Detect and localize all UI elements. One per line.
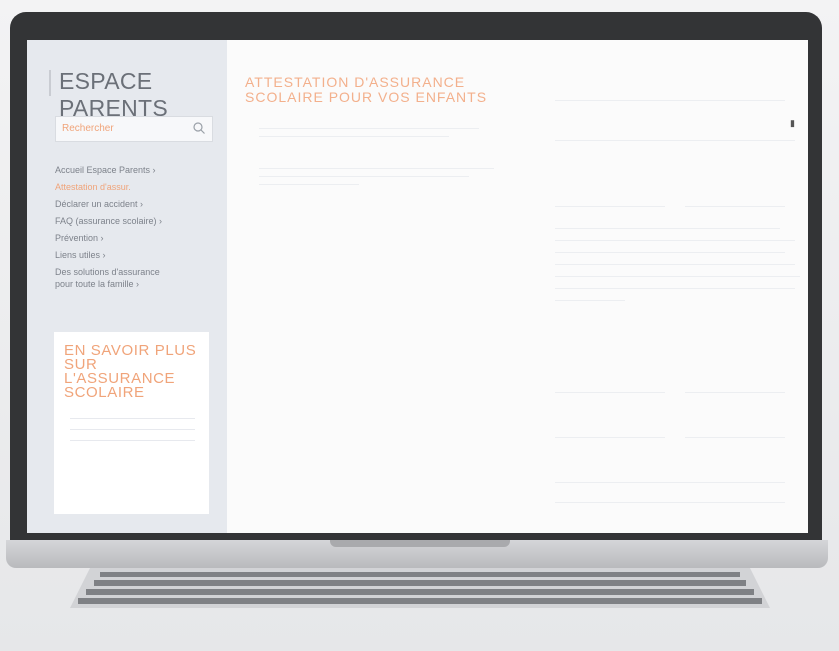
sidebar-nav: Accueil Espace Parents › Attestation d'a…	[55, 164, 215, 295]
notice-text-line	[555, 252, 785, 253]
rep-field-b[interactable]	[685, 370, 785, 393]
promo-text	[70, 418, 195, 451]
laptop-hinge	[330, 540, 510, 547]
assurance-select[interactable]: ▮	[555, 118, 795, 141]
search-icon[interactable]	[192, 121, 206, 135]
select-marker-icon: ▮	[790, 118, 795, 128]
nav-item-liens-utiles[interactable]: Liens utiles ›	[55, 249, 215, 261]
intro-text-2	[259, 168, 499, 192]
nav-item-prevention[interactable]: Prévention ›	[55, 232, 215, 244]
rep-field-f[interactable]	[555, 518, 785, 532]
form-field-1[interactable]	[555, 78, 785, 101]
nav-item-faq[interactable]: FAQ (assurance scolaire) ›	[55, 215, 215, 227]
nav-item-attestation[interactable]: Attestation d'assur.	[55, 181, 215, 193]
notice-text-line	[555, 264, 795, 265]
search-placeholder: Rechercher	[62, 123, 114, 134]
eleve-field-left[interactable]	[555, 184, 665, 207]
notice-text-line	[555, 228, 780, 229]
intro-text	[259, 128, 499, 144]
rep-field-d[interactable]	[685, 415, 785, 438]
notice-text-line	[555, 300, 625, 301]
rep-field-c[interactable]	[555, 415, 665, 438]
search-input[interactable]: Rechercher	[55, 116, 213, 142]
notice-text-line	[555, 288, 795, 289]
eleve-field-right[interactable]	[685, 184, 785, 207]
laptop-screen: ESPACE PARENTS Rechercher Accueil Espace…	[27, 40, 808, 533]
promo-card: EN SAVOIR PLUS SUR L'ASSURANCE SCOLAIRE	[54, 332, 209, 514]
attestation-form: ▮	[545, 40, 800, 533]
rep-field-e[interactable]	[555, 460, 785, 483]
nav-item-solutions-famille[interactable]: Des solutions d'assurance pour toute la …	[55, 266, 215, 290]
sidebar: ESPACE PARENTS Rechercher Accueil Espace…	[27, 40, 227, 533]
rep-field-a[interactable]	[555, 370, 665, 393]
notice-text-line	[555, 240, 795, 241]
notice-text-line	[555, 502, 785, 503]
site-logo[interactable]: ESPACE PARENTS	[59, 68, 227, 122]
notice-text-line	[555, 276, 800, 277]
nav-item-accueil[interactable]: Accueil Espace Parents ›	[55, 164, 215, 176]
promo-title: EN SAVOIR PLUS SUR L'ASSURANCE SCOLAIRE	[64, 342, 197, 401]
logo-divider	[49, 70, 51, 96]
nav-item-declarer-accident[interactable]: Déclarer un accident ›	[55, 198, 215, 210]
laptop-keyboard	[70, 568, 770, 608]
page-title: ATTESTATION D'ASSURANCE SCOLAIRE POUR VO…	[245, 74, 488, 105]
